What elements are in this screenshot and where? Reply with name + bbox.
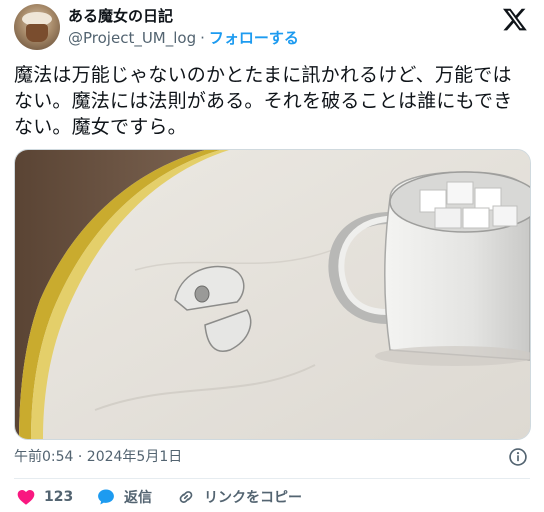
media-illustration — [15, 150, 530, 439]
avatar[interactable] — [14, 4, 60, 50]
like-count: 123 — [44, 489, 74, 505]
avatar-image-cup — [26, 24, 48, 42]
action-bar: 123 返信 リンクをコピー — [14, 486, 530, 508]
reply-button[interactable]: 返信 — [96, 486, 152, 508]
link-icon — [179, 491, 193, 503]
tweet-embed-card: ある魔女の日記 @Project_UM_log · フォローする 魔法は万能じゃない… — [0, 0, 544, 512]
speech-bubble-icon — [98, 489, 114, 505]
handle-row: @Project_UM_log · フォローする — [68, 28, 299, 48]
x-logo-icon[interactable] — [502, 6, 528, 32]
user-handle[interactable]: @Project_UM_log — [68, 29, 196, 47]
display-name[interactable]: ある魔女の日記 — [68, 6, 173, 26]
copy-link-button[interactable]: リンクをコピー — [176, 486, 302, 508]
heart-icon — [17, 490, 35, 505]
copy-link-label: リンクをコピー — [204, 490, 302, 506]
tweet-text: 魔法は万能じゃないのかとたまに訊かれるけど、万能ではない。魔法には法則がある。そ… — [14, 64, 513, 138]
reply-label: 返信 — [124, 490, 152, 506]
tweet-media-image[interactable] — [14, 149, 531, 440]
like-button[interactable]: 123 — [16, 486, 73, 508]
tweet-timestamp[interactable]: 午前0:54 · 2024年5月1日 — [14, 447, 182, 467]
info-icon[interactable] — [508, 447, 528, 467]
follow-button[interactable]: フォローする — [209, 29, 299, 47]
handle-separator: · — [200, 29, 205, 47]
divider — [14, 478, 530, 479]
